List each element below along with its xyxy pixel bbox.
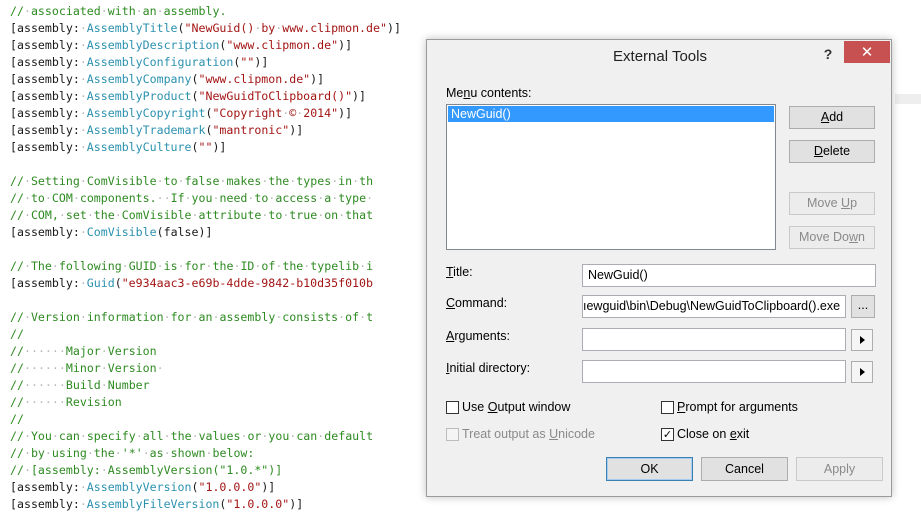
initial-directory-label: Initial directory: <box>446 361 531 375</box>
code-line: //·The·following·GUID·is·for·the·ID·of·t… <box>10 259 374 273</box>
code-line: //·[assembly:·AssemblyVersion("1.0.*")] <box>10 463 283 477</box>
arguments-menu-button[interactable] <box>851 329 873 351</box>
apply-button[interactable]: Apply <box>796 457 883 481</box>
title-bar: External Tools ? ✕ <box>427 40 891 74</box>
code-line: [assembly:·Guid("e934aac3-e69b-4dde-9842… <box>10 276 373 290</box>
arrow-right-icon <box>860 336 865 344</box>
treat-output-unicode-label: Treat output as Unicode <box>462 427 595 441</box>
delete-button[interactable]: Delete <box>789 140 875 163</box>
code-line: //·by·using·the·'*'·as·shown·below: <box>10 446 255 460</box>
code-line: [assembly:·AssemblyConfiguration("")] <box>10 55 269 69</box>
external-tools-dialog: External Tools ? ✕ Menu contents: NewGui… <box>426 39 892 497</box>
code-line: //·to·COM·components.··If·you·need·to·ac… <box>10 191 374 205</box>
code-line: //······Major·Version <box>10 344 157 358</box>
code-line: [assembly:·AssemblyTrademark("mantronic"… <box>10 123 304 137</box>
code-line: [assembly:·ComVisible(false)] <box>10 225 213 239</box>
browse-button[interactable]: ... <box>851 295 875 318</box>
code-line: [assembly:·AssemblyProduct("NewGuidToCli… <box>10 89 367 103</box>
code-line: [assembly:·AssemblyTitle("NewGuid()·by·w… <box>10 21 401 35</box>
code-line: //·Setting·ComVisible·to·false·makes·the… <box>10 174 374 188</box>
treat-output-unicode-checkbox[interactable] <box>446 428 459 441</box>
code-line: [assembly:·AssemblyFileVersion("1.0.0.0"… <box>10 497 304 511</box>
code-line: //·Version·information·for·an·assembly·c… <box>10 310 374 324</box>
arguments-field[interactable] <box>582 328 846 351</box>
code-line: [assembly:·AssemblyCopyright("Copyright·… <box>10 106 353 120</box>
title-field[interactable]: NewGuid() <box>582 264 876 287</box>
scroll-marker <box>895 94 921 104</box>
code-line: [assembly:·AssemblyCulture("")] <box>10 140 227 154</box>
close-icon: ✕ <box>860 43 874 61</box>
menu-contents-label: Menu contents: <box>446 86 532 100</box>
code-line: [assembly:·AssemblyVersion("1.0.0.0")] <box>10 480 276 494</box>
initial-directory-field[interactable] <box>582 360 846 383</box>
cancel-button[interactable]: Cancel <box>701 457 788 481</box>
prompt-for-arguments-checkbox[interactable] <box>661 401 674 414</box>
code-line: // <box>10 412 24 426</box>
arrow-right-icon <box>860 368 865 376</box>
title-label: Title: <box>446 265 473 279</box>
list-item-newguid[interactable]: NewGuid() <box>448 106 774 122</box>
code-line: [assembly:·AssemblyCompany("www.clipmon.… <box>10 72 325 86</box>
close-on-exit-checkbox[interactable]: ✓ <box>661 428 674 441</box>
use-output-window-checkbox[interactable] <box>446 401 459 414</box>
menu-contents-list[interactable]: NewGuid() <box>446 104 776 250</box>
command-label: Command: <box>446 296 508 310</box>
code-line: //·COM,·set·the·ComVisible·attribute·to·… <box>10 208 374 222</box>
use-output-window-label: Use Output window <box>462 400 571 414</box>
arguments-label: Arguments: <box>446 329 510 343</box>
help-button[interactable]: ? <box>819 44 837 64</box>
move-down-button[interactable]: Move Down <box>789 226 875 249</box>
code-line: //······Revision <box>10 395 122 409</box>
code-line: //·You·can·specify·all·the·values·or·you… <box>10 429 374 443</box>
initial-directory-menu-button[interactable] <box>851 361 873 383</box>
prompt-for-arguments-label: Prompt for arguments <box>677 400 798 414</box>
code-line: [assembly:·AssemblyDescription("www.clip… <box>10 38 353 52</box>
close-on-exit-label: Close on exit <box>677 427 750 441</box>
add-button[interactable]: Add <box>789 106 875 129</box>
code-line: //·associated·with·an·assembly. <box>10 4 227 18</box>
code-line: // <box>10 327 24 341</box>
code-line: //······Build·Number <box>10 378 150 392</box>
close-button[interactable]: ✕ <box>844 41 890 63</box>
command-field[interactable]: ıewguid\bin\Debug\NewGuidToClipboard().e… <box>582 295 846 318</box>
move-up-button[interactable]: Move Up <box>789 192 875 215</box>
code-line: //······Minor·Version· <box>10 361 164 375</box>
ok-button[interactable]: OK <box>606 457 693 481</box>
